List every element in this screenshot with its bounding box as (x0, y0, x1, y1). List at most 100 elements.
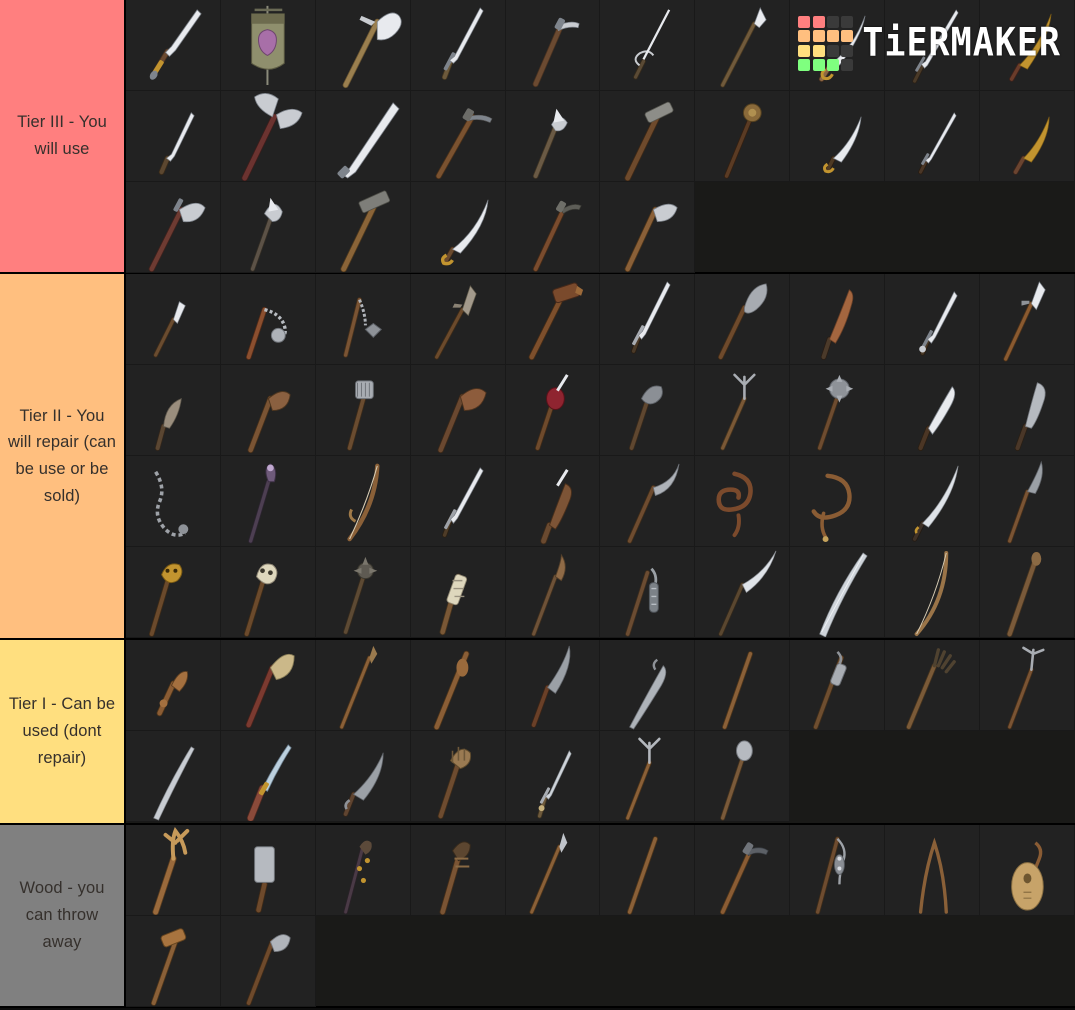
tier-item-composite-bow[interactable] (315, 456, 411, 547)
tier-item-scimitar[interactable] (410, 182, 506, 273)
tier-item-recurve-bow[interactable] (885, 547, 981, 638)
tier-item-cross-sword[interactable] (410, 456, 506, 547)
tier-item-chain-whip[interactable] (126, 456, 221, 547)
tier-item-mace-head-club[interactable] (410, 731, 506, 822)
tier-item-tuck-estoc[interactable] (885, 0, 981, 91)
tier-item-boar-spear-axe[interactable] (600, 365, 696, 456)
tier-item-ceremonial-staff[interactable] (220, 456, 316, 547)
tier-item-bearded-axe[interactable] (126, 182, 221, 273)
tier-item-shaman-staff[interactable] (790, 825, 886, 916)
tier-item-great-cleaver-sword[interactable] (315, 91, 411, 182)
tier-label-tier-3[interactable]: Tier III - You will use (0, 0, 126, 272)
tier-item-broad-axe[interactable] (220, 640, 316, 731)
tier-item-knight-sword[interactable] (600, 274, 696, 365)
tier-item-bardiche-polearm[interactable] (315, 0, 411, 91)
tier-items-tier-2[interactable] (126, 274, 1075, 638)
tier-item-war-maul-hammer[interactable] (505, 274, 601, 365)
tier-item-short-blade-club[interactable] (126, 640, 221, 731)
tier-item-hand-axe[interactable] (220, 365, 316, 456)
tier-item-curved-sword[interactable] (505, 640, 601, 731)
tier-item-javelin[interactable] (315, 640, 411, 731)
tier-item-falchion-saber[interactable] (790, 0, 886, 91)
tier-item-hunting-knife[interactable] (220, 731, 316, 822)
tier-item-wooden-trident-branch[interactable] (126, 825, 221, 916)
tier-item-winged-spear[interactable] (410, 274, 506, 365)
tier-item-morning-star-mace[interactable] (695, 91, 791, 182)
tier-item-rapier[interactable] (600, 0, 696, 91)
tier-item-gladius[interactable] (505, 731, 601, 822)
tier-item-pitchfork[interactable] (600, 731, 696, 822)
tier-item-sceptre-mace[interactable] (695, 731, 791, 822)
tier-item-lance-spear[interactable] (980, 274, 1075, 365)
tier-item-short-spear-blade[interactable] (980, 456, 1075, 547)
tier-item-scythe-blade[interactable] (600, 456, 696, 547)
tier-item-longsword[interactable] (410, 0, 506, 91)
tier-item-war-pick-hammer[interactable] (505, 0, 601, 91)
tier-item-bowie-knife[interactable] (885, 365, 981, 456)
tier-item-trident-fork[interactable] (695, 365, 791, 456)
tier-item-ball-and-chain-flail[interactable] (315, 274, 411, 365)
tier-item-skull-staff[interactable] (220, 547, 316, 638)
tier-item-gilded-dagger[interactable] (790, 91, 886, 182)
tier-item-longblade[interactable] (790, 547, 886, 638)
tier-item-skull-staff-gold[interactable] (126, 547, 221, 638)
tier-label-wood[interactable]: Wood - you can throw away (0, 825, 126, 1006)
tier-items-tier-3[interactable] (126, 0, 1075, 273)
tier-item-double-bit-axe[interactable] (220, 91, 316, 182)
tier-item-voulge-polearm[interactable] (695, 274, 791, 365)
tier-item-hatchet-axe[interactable] (600, 182, 696, 273)
tier-item-machete[interactable] (790, 274, 886, 365)
tier-item-lute[interactable] (980, 825, 1075, 916)
tier-item-wooden-club[interactable] (410, 640, 506, 731)
tier-item-wood-cutting-axe[interactable] (220, 916, 316, 1007)
tier-item-ceremonial-mace[interactable] (790, 640, 886, 731)
tier-item-naginata[interactable] (695, 547, 791, 638)
tier-item-arming-sword[interactable] (126, 0, 221, 91)
tier-item-torch[interactable] (505, 365, 601, 456)
tier-item-heraldic-banner[interactable] (220, 0, 316, 91)
tier-item-curved-dagger[interactable] (980, 91, 1075, 182)
tier-item-tenderizer-mace[interactable] (315, 365, 411, 456)
tier-item-sickle[interactable] (126, 365, 221, 456)
tier-items-wood[interactable] (126, 825, 1075, 1007)
tier-label-tier-1[interactable]: Tier I - Can be used (dont repair) (0, 640, 126, 823)
tier-item-katana-sabre[interactable] (885, 456, 981, 547)
tier-item-shamshir[interactable] (315, 731, 411, 822)
tier-item-quarterstaff[interactable] (980, 547, 1075, 638)
tier-item-spiked-mace[interactable] (790, 365, 886, 456)
tier-item-tongs[interactable] (885, 825, 981, 916)
tier-item-carpenter-hammer[interactable] (505, 182, 601, 273)
tier-item-whip-coil[interactable] (790, 456, 886, 547)
tier-item-chain-flail[interactable] (220, 274, 316, 365)
tier-item-cleaver-blade[interactable] (980, 365, 1075, 456)
tier-item-long-knife[interactable] (126, 731, 221, 822)
tier-label-tier-2[interactable]: Tier II - You will repair (can be use or… (0, 274, 126, 638)
tier-item-rope-coil[interactable] (695, 456, 791, 547)
tier-item-sabre-sword[interactable] (980, 0, 1075, 91)
tier-item-sheathed-dagger[interactable] (505, 456, 601, 547)
tier-item-fetish-staff[interactable] (315, 825, 411, 916)
tier-items-tier-1[interactable] (126, 640, 1075, 823)
tier-item-war-hammer[interactable] (600, 91, 696, 182)
tier-item-flanged-mace[interactable] (220, 182, 316, 273)
tier-item-mace-club[interactable] (505, 91, 601, 182)
tier-item-feather-club[interactable] (885, 640, 981, 731)
tier-item-sledge-hammer[interactable] (315, 182, 411, 273)
tier-item-wooden-mallet[interactable] (126, 916, 221, 1007)
tier-item-spiked-flail-staff[interactable] (315, 547, 411, 638)
tier-item-walking-staff[interactable] (695, 640, 791, 731)
tier-item-ritual-spear[interactable] (505, 547, 601, 638)
tier-item-wooden-rod[interactable] (600, 825, 696, 916)
tier-item-wooden-spear[interactable] (505, 825, 601, 916)
tier-item-short-spear[interactable] (126, 274, 221, 365)
tier-item-bone-club[interactable] (410, 547, 506, 638)
tier-item-wood-axe[interactable] (410, 365, 506, 456)
tier-item-spear[interactable] (695, 0, 791, 91)
tier-item-bound-club[interactable] (410, 825, 506, 916)
tier-item-broadsword[interactable] (885, 274, 981, 365)
tier-item-dagger-knife[interactable] (126, 91, 221, 182)
tier-item-pick-mattock[interactable] (695, 825, 791, 916)
tier-item-miner-pick[interactable] (410, 91, 506, 182)
tier-item-military-fork[interactable] (980, 640, 1075, 731)
tier-item-spiked-chain-staff[interactable] (600, 547, 696, 638)
